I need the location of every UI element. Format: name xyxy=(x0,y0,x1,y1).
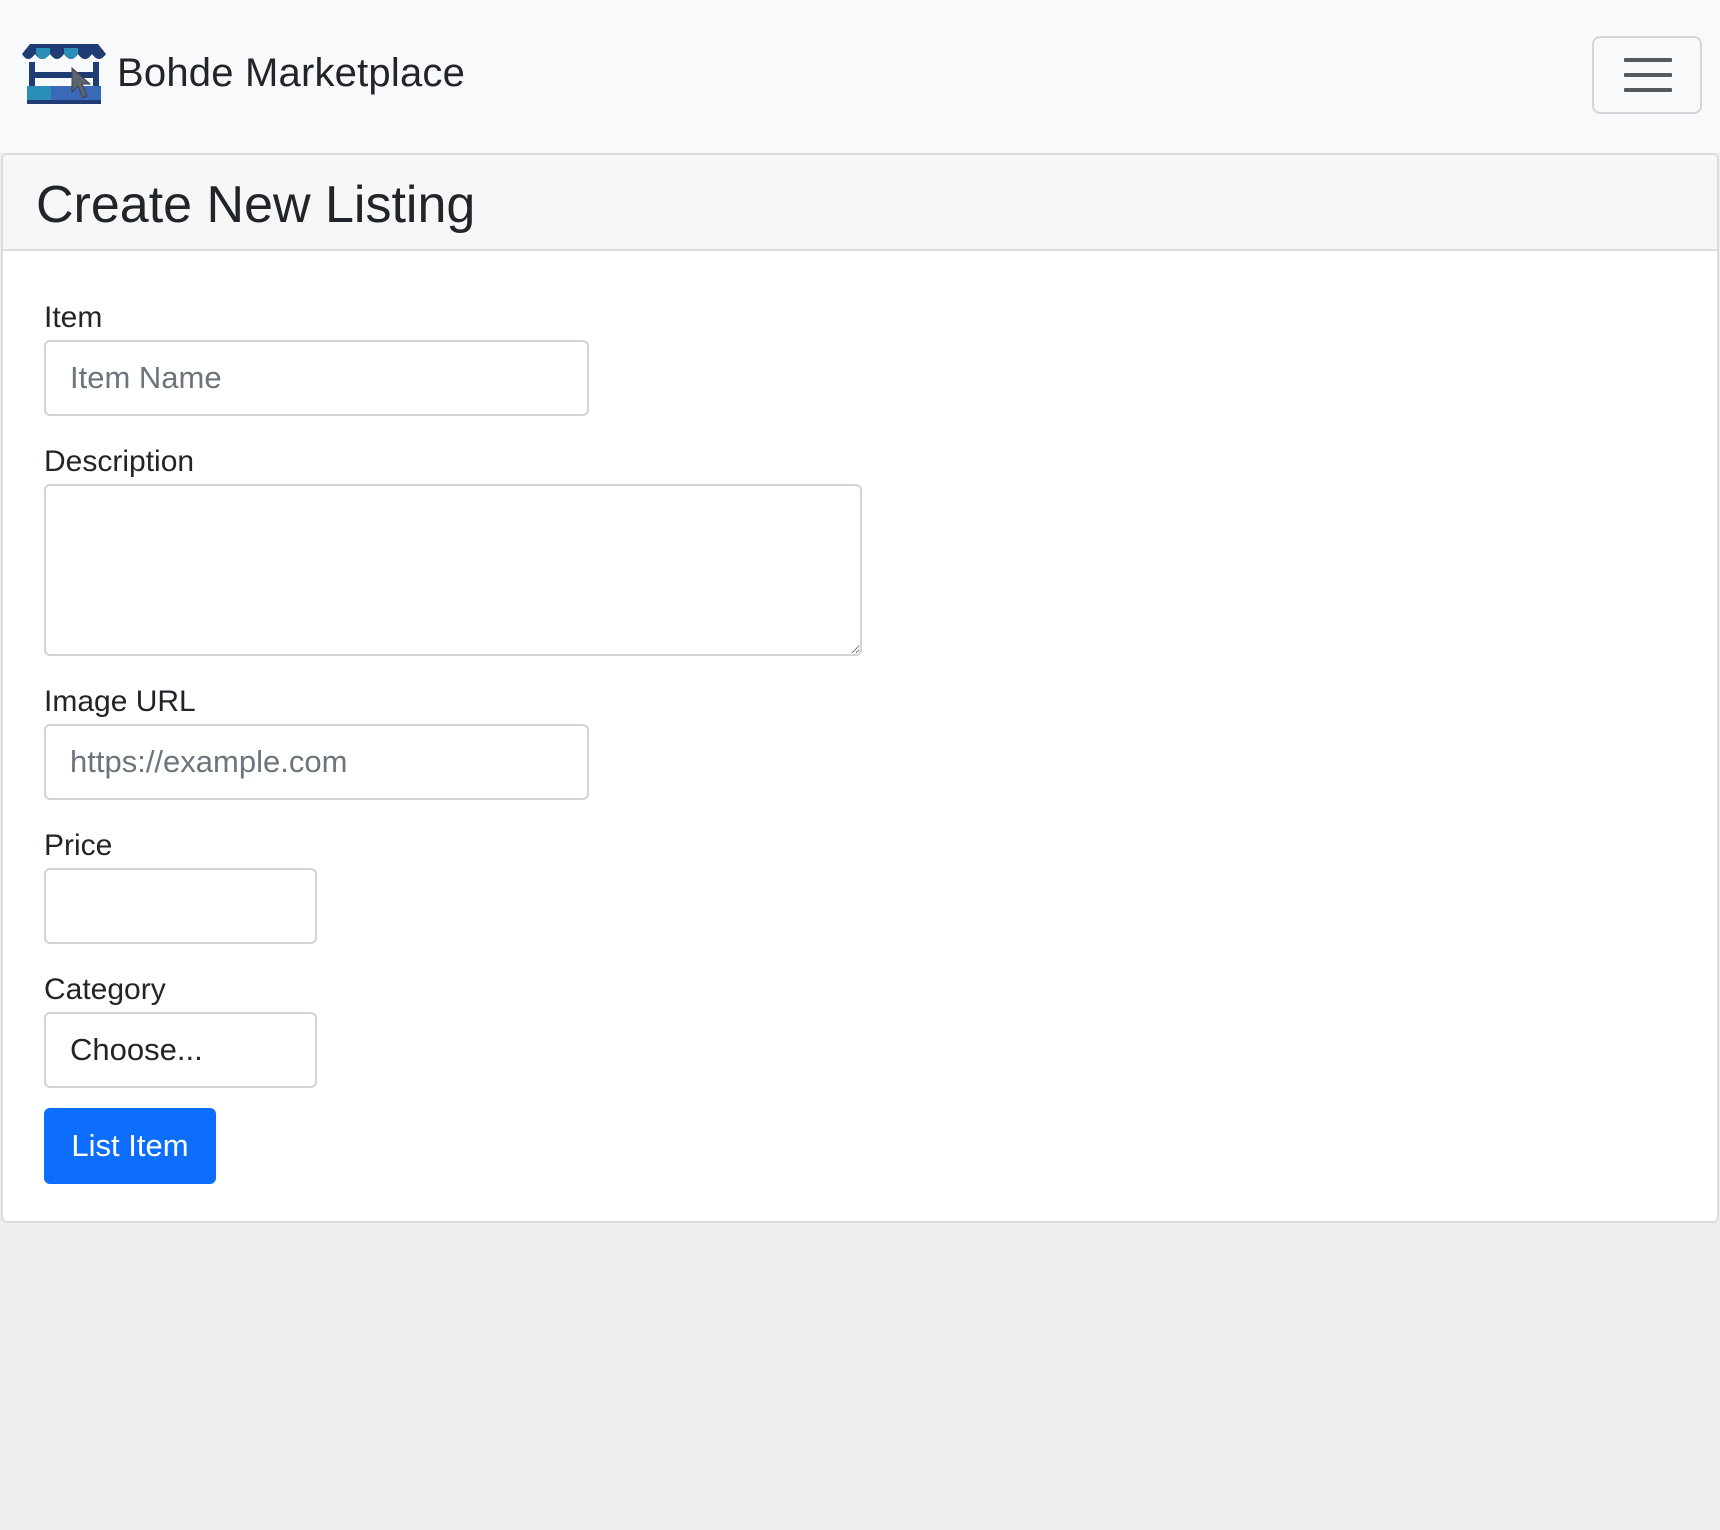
navbar-toggle-button[interactable] xyxy=(1592,36,1702,114)
brand-link[interactable]: Bohde Marketplace xyxy=(20,40,465,106)
card-header: Create New Listing xyxy=(3,155,1717,251)
category-selected-value: Choose... xyxy=(70,1032,203,1067)
page-title: Create New Listing xyxy=(36,176,476,234)
hamburger-menu-icon xyxy=(1624,58,1672,62)
category-label: Category xyxy=(44,973,166,1006)
price-label: Price xyxy=(44,829,113,862)
image-url-label: Image URL xyxy=(44,685,196,718)
item-name-input[interactable] xyxy=(44,340,589,416)
item-label: Item xyxy=(44,301,103,334)
list-item-button[interactable]: List Item xyxy=(44,1108,216,1184)
hamburger-menu-icon-bar xyxy=(1624,73,1672,77)
category-select[interactable]: Choose... xyxy=(44,1012,317,1088)
create-listing-card: Create New Listing Item Description Imag… xyxy=(1,153,1719,1223)
image-url-input[interactable] xyxy=(44,724,589,800)
navbar: Bohde Marketplace xyxy=(0,0,1720,153)
hamburger-menu-icon-bar xyxy=(1624,88,1672,92)
storefront-icon xyxy=(22,44,106,104)
brand-name: Bohde Marketplace xyxy=(117,50,466,95)
description-textarea[interactable] xyxy=(44,484,862,656)
description-label: Description xyxy=(44,445,195,478)
price-input[interactable] xyxy=(44,868,317,944)
